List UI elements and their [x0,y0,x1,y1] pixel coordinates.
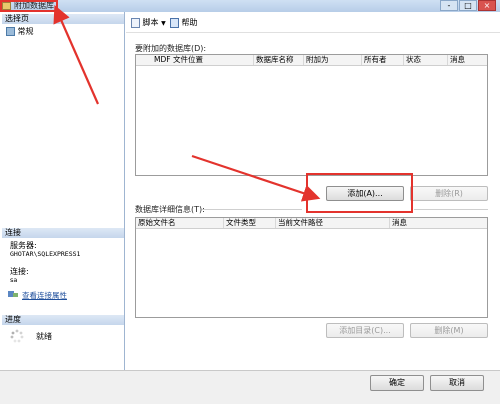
annotation-arrows [53,4,321,202]
arrow-to-add-button [191,154,321,202]
arrow-to-title [53,4,100,105]
